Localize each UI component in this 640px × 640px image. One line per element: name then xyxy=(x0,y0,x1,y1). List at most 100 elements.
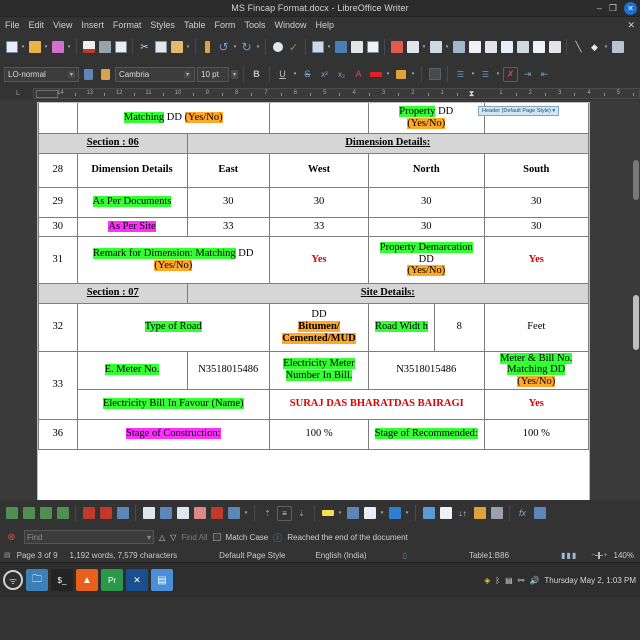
close-button[interactable]: ✕ xyxy=(624,2,637,15)
row-33b-name[interactable]: SURAJ DAS BHARATDAS BAIRAGI xyxy=(269,388,485,420)
cell-empty[interactable] xyxy=(269,103,369,134)
site-details-title[interactable]: Site Details: xyxy=(186,282,589,304)
row-29-west[interactable]: 30 xyxy=(269,186,369,218)
writer-icon[interactable]: ▤ xyxy=(151,569,173,591)
row-33b-matching[interactable]: Yes xyxy=(483,388,589,420)
underline-dropdown-icon[interactable]: ▾ xyxy=(292,71,298,77)
row-31-label-2[interactable]: Property Demarcation DD (Yes/No) xyxy=(368,235,485,284)
borders-icon[interactable] xyxy=(345,506,360,521)
insert-special-char-icon[interactable] xyxy=(428,40,443,55)
align-bottom-icon[interactable]: ⇣ xyxy=(294,506,309,521)
scrollbar-thumb[interactable] xyxy=(633,160,639,200)
menu-item-tools[interactable]: Tools xyxy=(244,20,265,30)
insert-bookmark-icon[interactable] xyxy=(499,40,514,55)
align-center-vertical-icon[interactable]: ≡ xyxy=(277,505,292,521)
insert-row-above-icon[interactable] xyxy=(4,506,19,521)
select-column-icon[interactable] xyxy=(158,506,173,521)
insert-caption-icon[interactable] xyxy=(438,506,453,521)
row-30-label[interactable]: As Per Site xyxy=(76,216,188,237)
insert-textbox-icon[interactable] xyxy=(365,40,380,55)
row-36-number[interactable]: 36 xyxy=(38,418,78,450)
show-draw-functions-icon[interactable] xyxy=(610,40,625,55)
table-row-32[interactable]: 32 Type of Road DD Bitumen/ Cemented/MUD… xyxy=(38,302,589,352)
border-style-icon[interactable] xyxy=(362,506,377,521)
row-28-east[interactable]: East xyxy=(186,152,270,188)
row-33b-label[interactable]: Electricity Bill In Favour (Name) xyxy=(76,388,270,420)
page-break-icon[interactable] xyxy=(389,40,404,55)
paste-icon[interactable] xyxy=(169,40,184,55)
delete-column-icon[interactable] xyxy=(98,506,113,521)
document-table[interactable]: Matching DD (Yes/No) Property DD (Yes/No… xyxy=(38,103,589,450)
insert-crossref-icon[interactable] xyxy=(515,40,530,55)
font-size-chevron-down-icon[interactable]: ▾ xyxy=(231,69,239,79)
new-document-icon[interactable] xyxy=(4,40,19,55)
split-cells-icon[interactable] xyxy=(226,506,241,521)
basic-shapes-icon[interactable]: ◆ xyxy=(587,40,602,55)
zoom-level[interactable]: 140% xyxy=(608,551,640,560)
border-color-dropdown-icon[interactable]: ▾ xyxy=(404,510,410,516)
row-29-label[interactable]: As Per Documents xyxy=(76,186,188,218)
insert-field-icon[interactable] xyxy=(405,40,420,55)
row-33-label-2[interactable]: Electricity Meter Number In Bill. xyxy=(269,350,369,390)
select-row-icon[interactable] xyxy=(175,506,190,521)
border-style-dropdown-icon[interactable]: ▾ xyxy=(379,510,385,516)
select-cell-icon[interactable] xyxy=(192,506,207,521)
protect-cells-icon[interactable] xyxy=(472,506,487,521)
cut-icon[interactable]: ✂ xyxy=(137,40,152,55)
row-28-south[interactable]: South xyxy=(483,152,589,188)
basic-shapes-dropdown-icon[interactable]: ▾ xyxy=(603,44,609,50)
view-layout-icons[interactable]: ▮▮▮ xyxy=(555,551,583,560)
track-changes-icon[interactable] xyxy=(547,40,562,55)
undo-dropdown-icon[interactable]: ▾ xyxy=(232,44,238,50)
row-28-west[interactable]: West xyxy=(269,152,369,188)
page-indicator[interactable]: Page 3 of 9 xyxy=(11,551,64,560)
sort-icon[interactable]: ↓↑ xyxy=(455,506,470,521)
row-30-north[interactable]: 30 xyxy=(368,216,485,237)
print-preview-icon[interactable] xyxy=(113,40,128,55)
selection-mode-icon[interactable]: ▯ xyxy=(397,551,413,560)
menu-item-table[interactable]: Table xyxy=(184,20,206,30)
zoom-slider[interactable]: − + xyxy=(591,551,608,559)
bullet-list-dropdown-icon[interactable]: ▾ xyxy=(470,71,476,77)
row-30-number[interactable]: 30 xyxy=(38,216,78,237)
superscript-icon[interactable]: x² xyxy=(317,67,332,82)
increase-indent-icon[interactable]: ⇥ xyxy=(520,67,535,82)
row-33-bill-meter-no[interactable]: N3518015486 xyxy=(368,350,485,390)
spelling-icon[interactable]: ✓ xyxy=(286,40,301,55)
table-row-33b[interactable]: Electricity Bill In Favour (Name) SURAJ … xyxy=(39,388,589,420)
number-format-icon[interactable] xyxy=(532,506,547,521)
menu-item-edit[interactable]: Edit xyxy=(29,20,45,30)
close-icon[interactable]: ⊗ xyxy=(4,530,19,545)
row-33-label[interactable]: E. Meter No. xyxy=(76,350,188,390)
no-list-icon[interactable]: ✗ xyxy=(503,66,519,82)
insert-image-icon[interactable] xyxy=(333,40,348,55)
number-list-icon[interactable]: ☰ xyxy=(478,67,493,82)
row-30-west[interactable]: 33 xyxy=(269,216,369,237)
section-06-label[interactable]: Section : 06 xyxy=(38,132,188,154)
special-char-dropdown-icon[interactable]: ▾ xyxy=(444,44,450,50)
row-29-east[interactable]: 30 xyxy=(186,186,270,218)
row-36-label[interactable]: Stage of Construction: xyxy=(76,418,270,450)
launcher-icon[interactable]: ᯤ xyxy=(3,570,23,590)
bullet-list-icon[interactable]: ☰ xyxy=(453,67,468,82)
table-properties-icon[interactable] xyxy=(421,506,436,521)
section-07-label[interactable]: Section : 07 xyxy=(38,282,188,304)
table-background-color-icon[interactable] xyxy=(320,506,335,521)
save-dropdown-icon[interactable]: ▾ xyxy=(66,44,72,50)
row-32-road-type[interactable]: DD Bitumen/ Cemented/MUD xyxy=(269,302,369,352)
menu-item-window[interactable]: Window xyxy=(274,20,306,30)
font-color-icon[interactable] xyxy=(368,67,383,82)
insert-comment-icon[interactable] xyxy=(531,40,546,55)
document-area[interactable]: Header (Default Page Style) ▾ Matching D… xyxy=(0,100,640,500)
unprotect-cells-icon[interactable] xyxy=(489,506,504,521)
table-row-section-07[interactable]: Section : 07 Site Details: xyxy=(38,282,589,304)
row-31-number[interactable]: 31 xyxy=(38,235,78,284)
row-36-label-2[interactable]: Stage of Recommended: xyxy=(368,418,485,450)
open-file-dropdown-icon[interactable]: ▾ xyxy=(43,44,49,50)
new-style-icon[interactable] xyxy=(98,67,113,82)
table-row-30[interactable]: 30 As Per Site 33 33 30 30 xyxy=(38,216,589,237)
table-row-33[interactable]: 33 E. Meter No. N3518015486 Electricity … xyxy=(38,350,589,420)
open-file-icon[interactable] xyxy=(27,40,42,55)
insert-column-right-icon[interactable] xyxy=(55,506,70,521)
row-30-south[interactable]: 30 xyxy=(483,216,589,237)
